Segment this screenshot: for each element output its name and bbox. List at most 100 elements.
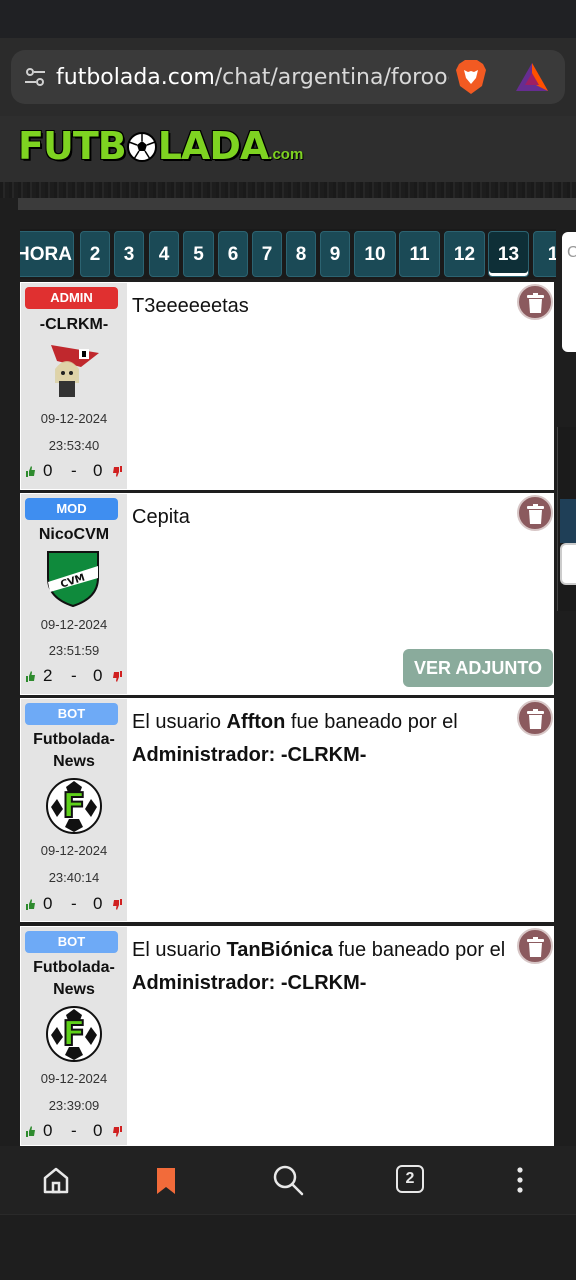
futbolada-logo[interactable]: FUTB LADA.com: [18, 124, 303, 174]
tab-page-3[interactable]: 3: [114, 231, 144, 277]
like-count: 0: [43, 461, 53, 480]
avatar[interactable]: F: [45, 777, 103, 835]
tab-page-10[interactable]: 10: [354, 231, 396, 277]
tab-page-5[interactable]: 5: [183, 231, 214, 277]
avatar[interactable]: [41, 339, 105, 403]
dislike-count: 0: [93, 666, 103, 685]
thumb-up-icon[interactable]: [25, 465, 35, 477]
message-author-panel: BOT Futbolada- News F 09-12-2024 23:40:1…: [21, 699, 127, 921]
text-mid: fue baneado por el: [285, 711, 458, 733]
svg-text:F: F: [62, 1014, 85, 1054]
message-time: 23:51:59: [48, 643, 100, 658]
role-badge: MOD: [25, 498, 118, 520]
username-line-2[interactable]: News: [21, 751, 127, 773]
side-panel-partial: [557, 427, 576, 611]
chat-message: MOD NicoCVM CVM 09-12-2024 23:51:59 2 - …: [20, 493, 554, 695]
delete-button[interactable]: [517, 700, 553, 736]
vote-separator: -: [71, 666, 77, 685]
side-input-glyph: C: [567, 244, 576, 261]
vote-separator: -: [71, 894, 77, 913]
username-line-1[interactable]: Futbolada-: [21, 957, 127, 979]
banned-user: TanBiónica: [226, 939, 333, 961]
status-bar: [0, 0, 576, 38]
logo-suffix: .com: [268, 146, 304, 163]
delete-button[interactable]: [517, 928, 553, 964]
dislike-count: 0: [93, 1121, 103, 1140]
side-panel-blue-block: [560, 499, 576, 543]
thumb-down-icon[interactable]: [113, 899, 123, 911]
text-pre: El usuario: [132, 939, 227, 961]
tab-page-2[interactable]: 2: [80, 231, 110, 277]
bat-triangle-icon[interactable]: [514, 61, 550, 93]
tab-page-next[interactable]: 1: [533, 231, 556, 277]
tab-page-13[interactable]: 13: [488, 231, 529, 277]
view-attachment-button[interactable]: VER ADJUNTO: [403, 649, 553, 687]
vote-bar: 0 - 0: [21, 1121, 127, 1143]
chat-message: BOT Futbolada- News F 09-12-2024 23:39:0…: [20, 926, 554, 1146]
message-time: 23:39:09: [48, 1098, 100, 1113]
tab-page-6[interactable]: 6: [218, 231, 248, 277]
tab-page-12[interactable]: 12: [444, 231, 485, 277]
tab-hora[interactable]: HORA: [20, 231, 74, 277]
tabs-count-button[interactable]: 2: [396, 1165, 424, 1193]
search-icon[interactable]: [270, 1162, 306, 1198]
username[interactable]: -CLRKM-: [21, 314, 127, 336]
role-badge: ADMIN: [25, 287, 118, 309]
thumb-up-icon[interactable]: [25, 898, 35, 910]
delete-button[interactable]: [517, 284, 553, 320]
address-bar[interactable]: futbolada.com/chat/argentina/forooc: [11, 50, 565, 104]
vote-bar: 2 - 0: [21, 666, 127, 688]
thumb-down-icon[interactable]: [113, 466, 123, 478]
thumb-up-icon[interactable]: [25, 670, 35, 682]
trash-icon: [527, 937, 544, 957]
avatar[interactable]: F: [45, 1005, 103, 1063]
message-time: 23:53:40: [48, 438, 100, 453]
side-input-partial[interactable]: C: [562, 232, 576, 352]
more-vert-icon[interactable]: [502, 1162, 538, 1198]
vote-bar: 0 - 0: [21, 894, 127, 916]
role-badge: BOT: [25, 703, 118, 725]
url-path: /chat/argentina/forooc: [214, 65, 449, 90]
text-mid: fue baneado por el: [332, 939, 506, 961]
tune-icon[interactable]: [23, 65, 47, 89]
bookmark-icon[interactable]: [148, 1162, 184, 1198]
thumb-down-icon[interactable]: [113, 1126, 123, 1138]
tab-page-11[interactable]: 11: [399, 231, 440, 277]
avatar[interactable]: CVM: [44, 548, 102, 608]
tab-page-4[interactable]: 4: [149, 231, 179, 277]
home-icon[interactable]: [38, 1162, 74, 1198]
header-strip: [18, 198, 576, 210]
message-author-panel: MOD NicoCVM CVM 09-12-2024 23:51:59 2 - …: [21, 494, 127, 694]
site-header: FUTB LADA.com: [0, 116, 576, 182]
tab-page-8[interactable]: 8: [286, 231, 316, 277]
vote-bar: 0 - 0: [21, 461, 127, 483]
like-count: 0: [43, 894, 53, 913]
trash-icon: [527, 504, 544, 524]
vote-separator: -: [71, 1121, 77, 1140]
logo-text-part-2: LADA: [157, 124, 270, 168]
soccer-ball-icon: [126, 132, 157, 162]
message-text: El usuario Affton fue baneado por el Adm…: [132, 706, 522, 772]
tab-page-9[interactable]: 9: [320, 231, 350, 277]
thumb-down-icon[interactable]: [113, 671, 123, 683]
username-line-2[interactable]: News: [21, 979, 127, 1001]
logo-text-part-1: FUTB: [18, 124, 127, 168]
delete-button[interactable]: [517, 495, 553, 531]
username[interactable]: NicoCVM: [21, 524, 127, 546]
banned-by: Administrador: -CLRKM-: [132, 972, 367, 994]
username-line-1[interactable]: Futbolada-: [21, 729, 127, 751]
brave-lion-icon[interactable]: [453, 58, 489, 96]
side-panel-button[interactable]: [560, 543, 576, 585]
thumb-up-icon[interactable]: [25, 1125, 35, 1137]
header-texture: [0, 182, 576, 198]
url-text[interactable]: futbolada.com/chat/argentina/forooc: [56, 64, 449, 92]
browser-bottom-nav: 2: [0, 1146, 576, 1214]
vote-separator: -: [71, 461, 77, 480]
trash-icon: [527, 293, 544, 313]
svg-text:F: F: [62, 786, 85, 826]
role-badge: BOT: [25, 931, 118, 953]
like-count: 0: [43, 1121, 53, 1140]
tab-page-7[interactable]: 7: [252, 231, 282, 277]
message-text: T3eeeeeetas: [132, 295, 249, 317]
message-author-panel: BOT Futbolada- News F 09-12-2024 23:39:0…: [21, 927, 127, 1145]
